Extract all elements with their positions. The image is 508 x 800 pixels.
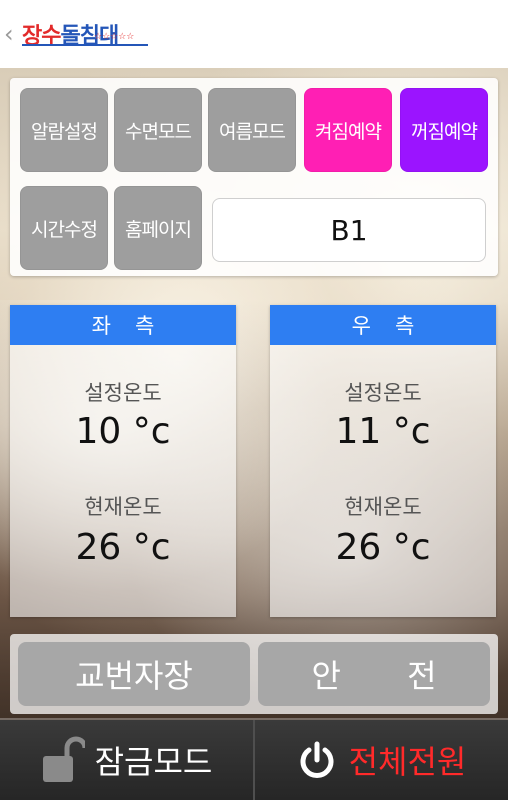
- left-zone-card: 좌측 설정온도 10 °c 현재온도 26 °c: [10, 305, 236, 617]
- time-edit-button[interactable]: 시간수정: [20, 186, 108, 270]
- logo-underline: [22, 44, 148, 46]
- logo-stars: ☆☆☆☆☆: [94, 32, 135, 42]
- lock-mode-label: 잠금모드: [94, 743, 213, 781]
- mode-panel: 알람설정 수면모드 여름모드 켜짐예약 꺼짐예약 시간수정 홈페이지 B1: [10, 78, 498, 276]
- right-zone-title: 우측: [270, 305, 496, 345]
- on-reservation-button[interactable]: 켜짐예약: [304, 88, 392, 172]
- left-current-temp-value: 26 °c: [75, 527, 171, 568]
- homepage-button[interactable]: 홈페이지: [114, 186, 202, 270]
- power-all-button[interactable]: 전체전원: [255, 720, 508, 800]
- power-all-label: 전체전원: [348, 743, 467, 781]
- unlock-icon: [42, 736, 85, 782]
- power-icon: [300, 741, 334, 778]
- safety-button[interactable]: 안 전: [258, 642, 490, 706]
- left-current-temp-label: 현재온도: [84, 495, 162, 519]
- back-icon[interactable]: ‹: [4, 20, 14, 48]
- action-panel: 교번자장 안 전: [10, 634, 498, 714]
- right-set-temp-value[interactable]: 11 °c: [270, 411, 496, 452]
- alternate-heating-button[interactable]: 교번자장: [18, 642, 250, 706]
- station-display[interactable]: B1: [212, 198, 486, 262]
- header: ‹ 장수돌침대 ☆☆☆☆☆: [0, 0, 508, 68]
- left-zone-title: 좌측: [10, 305, 236, 345]
- sleep-mode-button[interactable]: 수면모드: [114, 88, 202, 172]
- right-zone-card: 우측 설정온도 11 °c 현재온도 26 °c: [270, 305, 496, 617]
- bottom-bar: 잠금모드 전체전원: [0, 720, 508, 800]
- right-set-temp-label: 설정온도: [344, 381, 422, 405]
- alarm-setting-button[interactable]: 알람설정: [20, 88, 108, 172]
- summer-mode-button[interactable]: 여름모드: [208, 88, 296, 172]
- lock-mode-button[interactable]: 잠금모드: [0, 720, 253, 800]
- left-set-temp-label: 설정온도: [84, 381, 162, 405]
- left-set-temp-value[interactable]: 10 °c: [10, 411, 236, 452]
- right-current-temp-label: 현재온도: [344, 495, 422, 519]
- off-reservation-button[interactable]: 꺼짐예약: [400, 88, 488, 172]
- right-current-temp-value: 26 °c: [335, 527, 431, 568]
